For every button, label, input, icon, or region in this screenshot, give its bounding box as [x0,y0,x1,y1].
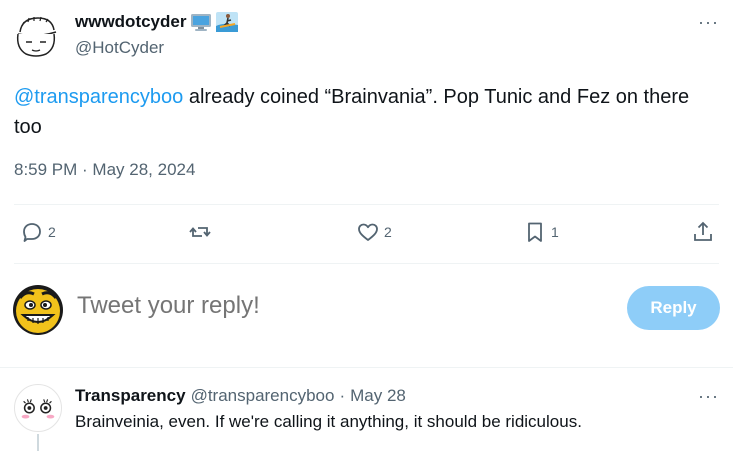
tweet-action-bar: 2 2 1 [0,220,733,252]
thread-line [37,434,39,451]
share-action-button[interactable] [691,220,715,244]
more-options-icon[interactable]: ··· [698,12,719,33]
reply-author-avatar[interactable] [14,384,62,432]
reply-count: 2 [48,224,56,240]
reply-action-button[interactable]: 2 [20,220,56,244]
divider [14,263,719,264]
author-display-name[interactable]: wwwdotcyder [75,12,239,32]
desktop-computer-emoji-icon [190,12,212,32]
mention-link[interactable]: @transparencyboo [14,86,183,108]
like-count: 2 [384,224,392,240]
author-avatar[interactable] [12,12,60,60]
reply-icon [23,223,41,242]
reply-more-options-icon[interactable]: ··· [698,386,719,407]
reply-author-handle[interactable]: @transparencyboo [191,386,335,406]
cartoon-eyes-avatar-icon [21,399,55,419]
retweet-icon [189,227,211,237]
sketch-face-avatar-icon [16,16,57,57]
share-icon [694,221,712,241]
divider [0,367,733,368]
reply-author-name[interactable]: Transparency [75,386,186,406]
divider [14,204,719,205]
reply-text: Brainveinia, even. If we're calling it a… [75,412,582,431]
reply-input[interactable] [77,292,527,320]
like-action-button[interactable]: 2 [356,220,392,244]
bookmark-count: 1 [551,224,559,240]
reply-button[interactable]: Reply [627,286,720,330]
surfer-emoji-icon [216,12,239,32]
author-handle[interactable]: @HotCyder [75,38,164,58]
tweet-text: @transparencyboo already coined “Brainva… [14,82,714,142]
heart-icon [358,223,378,241]
composer-avatar[interactable] [12,284,64,336]
reply-separator: · [339,386,346,405]
reply-date[interactable]: May 28 [350,386,406,406]
reply-header: Transparency @transparencyboo · May 28 [75,386,406,406]
retweet-action-button[interactable] [188,220,216,244]
bookmark-icon [528,222,542,242]
bookmark-action-button[interactable]: 1 [523,220,559,244]
grinning-yellow-face-avatar-icon [13,285,63,335]
tweet-timestamp[interactable]: 8:59 PM · May 28, 2024 [14,160,195,180]
display-name-text: wwwdotcyder [75,12,187,31]
